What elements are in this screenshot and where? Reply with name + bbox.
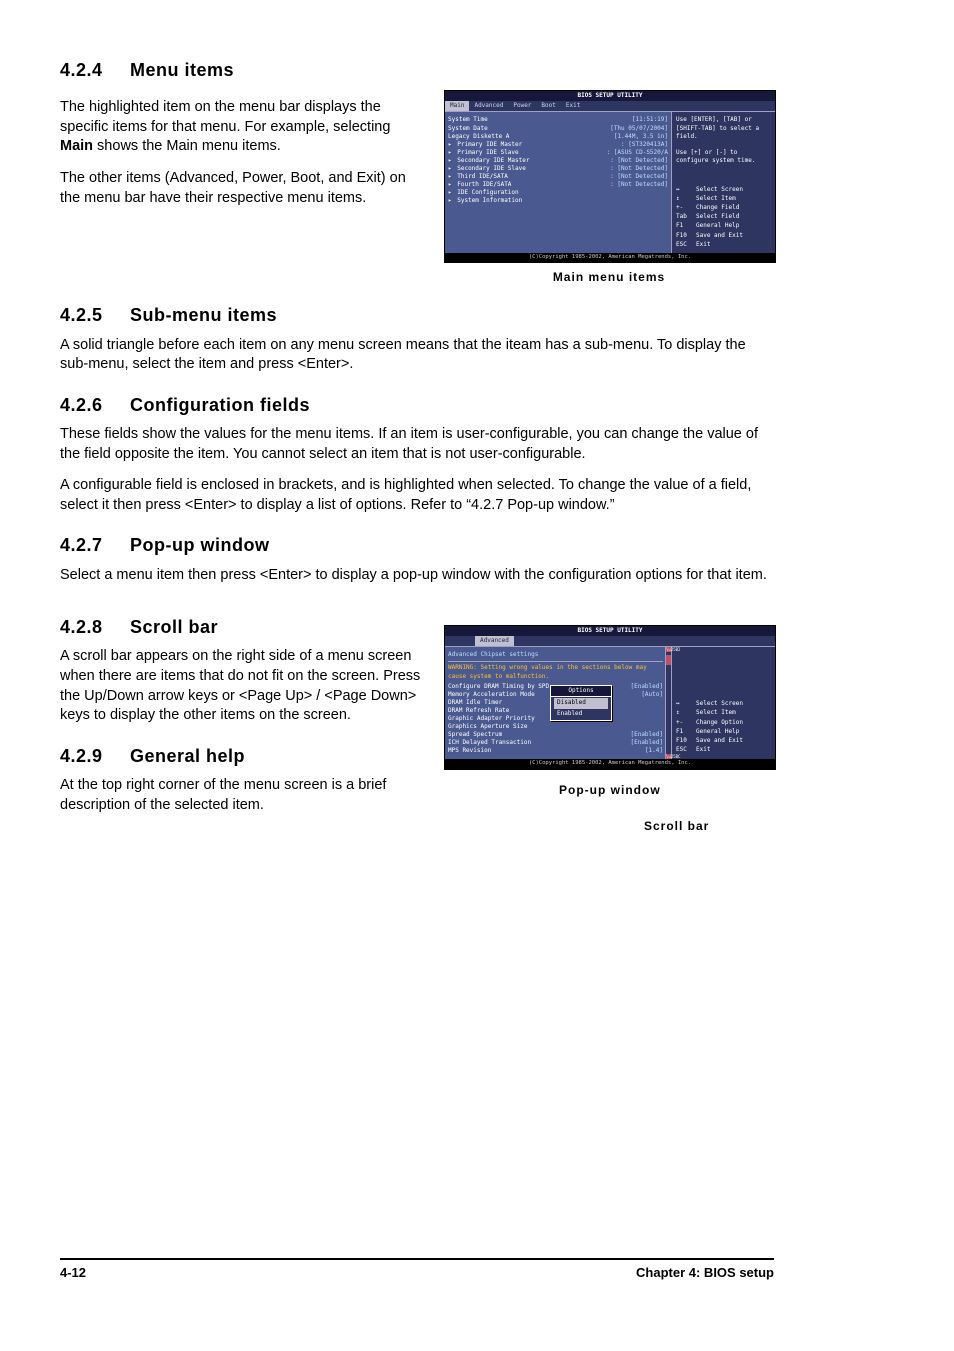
heading-4-2-8: 4.2.8Scroll bar [60,615,426,639]
bios-screenshot-main: BIOS SETUP UTILITY MainAdvancedPowerBoot… [444,90,776,263]
section-4-2-8: 4.2.8Scroll bar A scroll bar appears on … [60,615,426,726]
para: These fields show the values for the men… [60,425,774,464]
section-4-2-5: 4.2.5Sub-menu items A solid triangle bef… [60,303,774,374]
para: Select a menu item then press <Enter> to… [60,566,774,586]
heading-4-2-6: 4.2.6Configuration fields [60,393,774,417]
para: At the top right corner of the menu scre… [60,776,426,815]
heading-4-2-9: 4.2.9General help [60,744,426,768]
para: The other items (Advanced, Power, Boot, … [60,169,426,208]
page-footer: 4-12 Chapter 4: BIOS setup [60,1264,774,1282]
chapter-label: Chapter 4: BIOS setup [636,1264,774,1282]
callout-popup: Pop-up window [559,782,774,798]
heading-4-2-7: 4.2.7Pop-up window [60,533,774,557]
figure-caption: Main menu items [444,269,774,285]
section-4-2-6: 4.2.6Configuration fields These fields s… [60,393,774,516]
bios-menubar: MainAdvancedPowerBootExit [445,101,775,112]
bios-popup: Options DisabledEnabled [550,685,612,720]
callout-scrollbar: Scroll bar [644,818,774,834]
heading-4-2-4: 4.2.4Menu items [60,58,774,82]
section-4-2-9: 4.2.9General help At the top right corne… [60,744,426,815]
section-4-2-7: 4.2.7Pop-up window Select a menu item th… [60,533,774,585]
page-number: 4-12 [60,1264,86,1282]
heading-4-2-5: 4.2.5Sub-menu items [60,303,774,327]
section-4-2-4: 4.2.4Menu items The highlighted item on … [60,58,774,285]
para: A scroll bar appears on the right side o… [60,647,426,725]
bios-scrollbar: \u25B2 \u25BC [665,647,671,759]
para: A configurable field is enclosed in brac… [60,476,774,515]
bios-menubar: Advanced [445,636,775,647]
bios-screenshot-advanced: BIOS SETUP UTILITY Advanced Advanced Chi… [444,625,776,770]
para: A solid triangle before each item on any… [60,336,774,375]
para: The highlighted item on the menu bar dis… [60,98,426,157]
